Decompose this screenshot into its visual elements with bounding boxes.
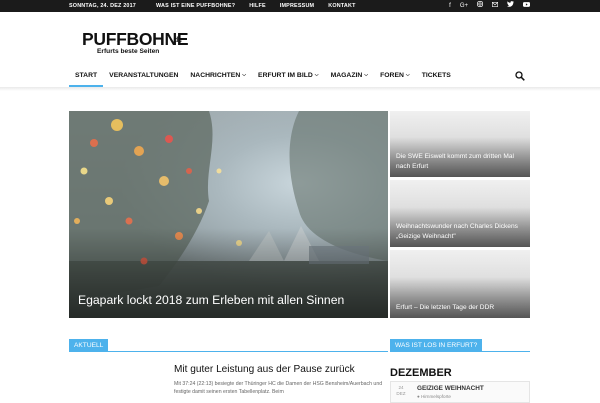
nav-label: VERANSTALTUNGEN <box>109 72 179 79</box>
event-month: DEZ <box>396 391 406 396</box>
featured-main-title[interactable]: Egapark lockt 2018 zum Erleben mit allen… <box>78 292 348 308</box>
featured-side-1[interactable]: Die SWE Eiswelt kommt zum dritten Mal na… <box>390 111 530 177</box>
nav-label: ERFURT IM BILD <box>258 72 313 79</box>
nav-item-nachrichten[interactable]: NACHRICHTEN ⌵ <box>184 66 252 86</box>
event-name[interactable]: GEIZIGE WEIHNACHT <box>417 385 484 392</box>
nav-item-magazin[interactable]: MAGAZIN ⌵ <box>325 66 375 86</box>
logo-suffix: .de <box>172 37 183 44</box>
site-logo[interactable]: PUFFBOHNE .de Erfurts beste Seiten <box>82 30 202 58</box>
top-link-was-ist[interactable]: WAS IST EINE PUFFBOHNE? <box>156 3 235 9</box>
nav-item-erfurt-im-bild[interactable]: ERFURT IM BILD ⌵ <box>252 66 325 86</box>
top-bar: SONNTAG, 24. DEZ 2017 WAS IST EINE PUFFB… <box>0 0 600 12</box>
nav-label: START <box>75 72 98 79</box>
chevron-down-icon: ⌵ <box>242 72 247 78</box>
featured-side-3[interactable]: Erfurt – Die letzten Tage der DDR <box>390 250 530 318</box>
top-link-kontakt[interactable]: KONTAKT <box>328 3 355 9</box>
event-location: ● Hirnmelspforte <box>417 394 451 399</box>
article-title[interactable]: Mit guter Leistung aus der Pause zurück <box>174 364 355 375</box>
event-date: 24 DEZ <box>394 385 408 397</box>
youtube-icon[interactable] <box>523 0 530 12</box>
location-pin-icon: ● <box>417 394 420 399</box>
nav-label: MAGAZIN <box>330 72 363 79</box>
section-divider <box>390 351 530 352</box>
featured-side-title[interactable]: Erfurt – Die letzten Tage der DDR <box>396 303 524 313</box>
featured-main[interactable]: Egapark lockt 2018 zum Erleben mit allen… <box>69 111 388 318</box>
nav-item-foren[interactable]: FOREN ⌵ <box>374 66 416 86</box>
search-icon[interactable] <box>515 71 525 81</box>
nav-label: TICKETS <box>421 72 451 79</box>
main-nav: START VERANSTALTUNGEN NACHRICHTEN ⌵ ERFUR… <box>69 66 531 87</box>
nav-item-veranstaltungen[interactable]: VERANSTALTUNGEN <box>103 66 184 86</box>
instagram-icon[interactable] <box>477 0 483 12</box>
current-date: SONNTAG, 24. DEZ 2017 <box>69 3 137 9</box>
featured-side-2[interactable]: Weihnachtswunder nach Charles Dickens „G… <box>390 180 530 247</box>
twitter-icon[interactable] <box>507 0 514 12</box>
event-location-text: Hirnmelspforte <box>421 394 451 399</box>
logo-tagline: Erfurts beste Seiten <box>97 48 160 55</box>
top-link-hilfe[interactable]: HILFE <box>249 3 266 9</box>
nav-label: FOREN <box>380 72 404 79</box>
mail-icon[interactable] <box>492 0 498 12</box>
google-plus-icon[interactable]: G+ <box>460 0 468 12</box>
featured-side-title[interactable]: Weihnachtswunder nach Charles Dickens „G… <box>396 222 524 241</box>
chevron-down-icon: ⌵ <box>364 72 369 78</box>
nav-divider <box>0 87 600 91</box>
featured-side-title[interactable]: Die SWE Eiswelt kommt zum dritten Mal na… <box>396 152 524 171</box>
section-divider <box>69 351 388 352</box>
top-link-impressum[interactable]: IMPRESSUM <box>280 3 314 9</box>
nav-label: NACHRICHTEN <box>190 72 241 79</box>
nav-item-tickets[interactable]: TICKETS <box>416 66 457 86</box>
nav-item-start[interactable]: START <box>69 66 104 87</box>
facebook-icon[interactable]: f <box>449 0 451 12</box>
calendar-month: DEZEMBER <box>390 367 452 379</box>
chevron-down-icon: ⌵ <box>405 72 410 78</box>
article-excerpt: Mit 37:24 (22:13) besiegte der Thüringer… <box>174 381 383 395</box>
chevron-down-icon: ⌵ <box>314 72 319 78</box>
